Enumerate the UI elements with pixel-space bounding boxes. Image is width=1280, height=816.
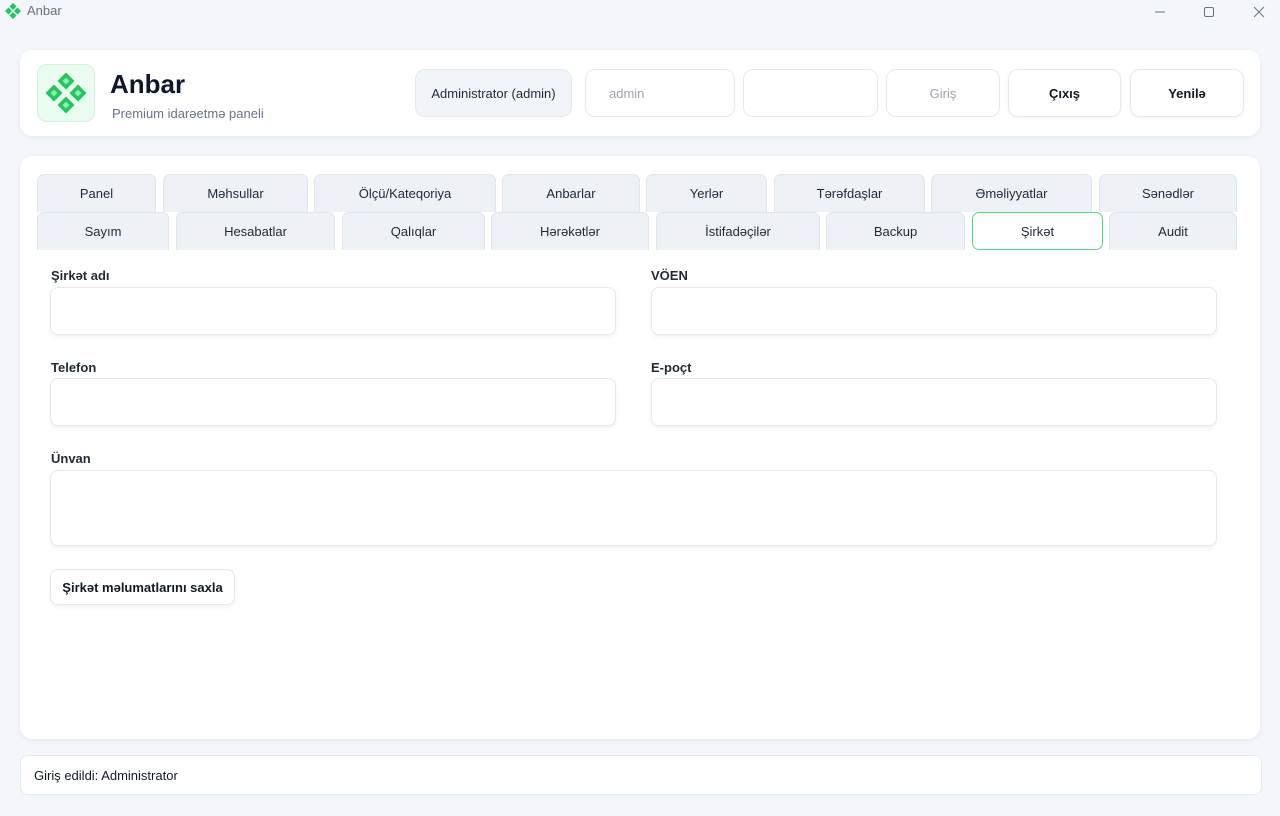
phone-input[interactable] bbox=[50, 378, 616, 426]
email-input[interactable] bbox=[651, 378, 1217, 426]
phone-label: Telefon bbox=[51, 360, 97, 375]
email-label: E-poçt bbox=[651, 360, 692, 375]
tab-operations[interactable]: Əməliyyatlar bbox=[931, 174, 1092, 212]
status-text: Giriş edildi: Administrator bbox=[34, 767, 178, 783]
save-company-button[interactable]: Şirkət məlumatlarını saxla bbox=[50, 569, 235, 605]
tab-inventory-count[interactable]: Sayım bbox=[37, 212, 169, 250]
password-input[interactable] bbox=[743, 69, 878, 117]
role-badge: Administrator (admin) bbox=[415, 69, 572, 117]
main-content: Panel Məhsullar Ölçü/Kateqoriya Anbarlar… bbox=[20, 156, 1260, 739]
tab-products[interactable]: Məhsullar bbox=[163, 174, 308, 212]
login-button[interactable]: Giriş bbox=[886, 69, 1000, 117]
brand-logo bbox=[37, 64, 95, 122]
close-icon[interactable] bbox=[1236, 0, 1280, 24]
status-bar: Giriş edildi: Administrator bbox=[20, 755, 1262, 795]
address-label: Ünvan bbox=[51, 451, 91, 466]
username-input[interactable]: admin bbox=[585, 69, 735, 117]
window-title: Anbar bbox=[27, 3, 62, 18]
company-name-label: Şirkət adı bbox=[51, 268, 110, 283]
maximize-icon[interactable] bbox=[1186, 0, 1232, 24]
tab-reports[interactable]: Hesabatlar bbox=[176, 212, 335, 250]
tab-warehouses[interactable]: Anbarlar bbox=[502, 174, 640, 212]
voen-input[interactable] bbox=[651, 287, 1217, 335]
minimize-icon[interactable] bbox=[1137, 0, 1183, 24]
tab-partners[interactable]: Tərəfdaşlar bbox=[774, 174, 925, 212]
tab-company[interactable]: Şirkət bbox=[972, 212, 1103, 250]
tab-audit[interactable]: Audit bbox=[1109, 212, 1237, 250]
tab-balances[interactable]: Qalıqlar bbox=[342, 212, 485, 250]
tab-movements[interactable]: Hərəkətlər bbox=[491, 212, 649, 250]
tab-backup[interactable]: Backup bbox=[826, 212, 965, 250]
address-textarea[interactable] bbox=[50, 470, 1217, 546]
voen-label: VÖEN bbox=[651, 268, 688, 283]
logout-button[interactable]: Çıxış bbox=[1008, 69, 1121, 117]
diamond-logo-icon bbox=[45, 72, 87, 114]
brand-title: Anbar bbox=[110, 69, 186, 99]
app-logo-icon bbox=[5, 3, 21, 19]
refresh-button[interactable]: Yenilə bbox=[1130, 69, 1244, 117]
tab-panel[interactable]: Panel bbox=[37, 174, 156, 212]
tab-documents[interactable]: Sənədlər bbox=[1099, 174, 1237, 212]
app-header: Anbar Premium idarəetmə paneli Administr… bbox=[20, 50, 1260, 136]
tab-locations[interactable]: Yerlər bbox=[646, 174, 767, 212]
title-bar: Anbar bbox=[0, 0, 1280, 24]
brand-subtitle: Premium idarəetmə paneli bbox=[112, 106, 264, 121]
company-name-input[interactable] bbox=[50, 287, 616, 335]
tab-units-categories[interactable]: Ölçü/Kateqoriya bbox=[314, 174, 496, 212]
tab-users[interactable]: İstifadəçilər bbox=[656, 212, 820, 250]
